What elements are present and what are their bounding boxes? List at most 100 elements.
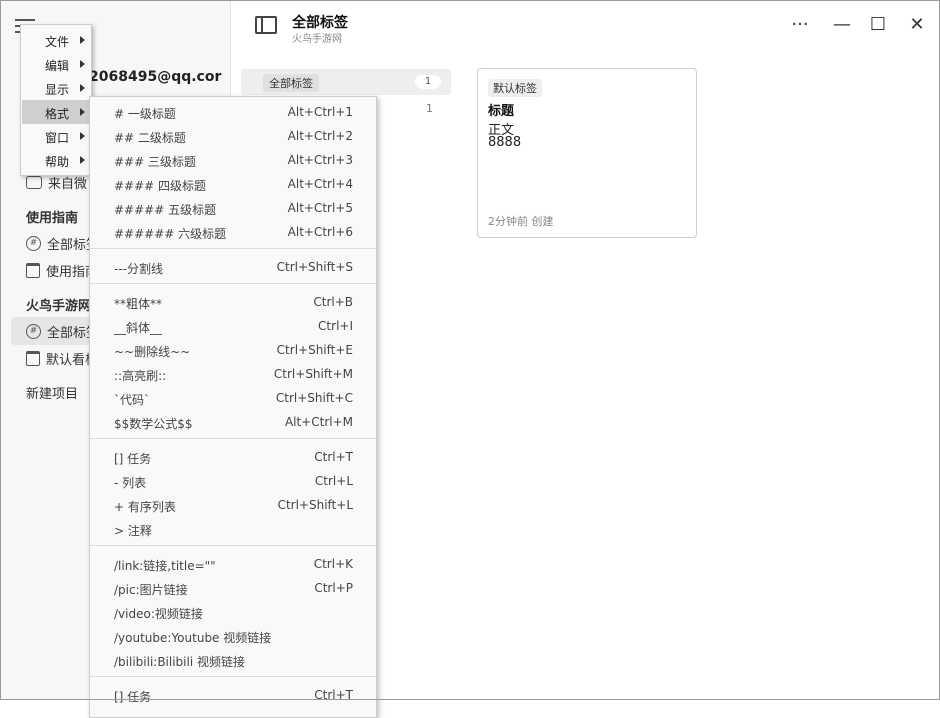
format-item-label: /bilibili:Bilibili 视频链接 [114,655,245,669]
format-item-h4[interactable]: #### 四级标题 Alt+Ctrl+4 [90,172,376,196]
format-item-h3[interactable]: ### 三级标题 Alt+Ctrl+3 [90,148,376,172]
menu-item-label: 窗口 [45,131,70,145]
card-tag: 默认标签 [488,79,542,97]
format-item-bold[interactable]: **粗体** Ctrl+B [90,290,376,314]
format-item-h1[interactable]: # 一级标题 Alt+Ctrl+1 [90,100,376,124]
menu-separator [90,248,376,249]
sidebar-item-guide-usage[interactable]: 使用指南 [26,261,98,280]
format-item-label: [] 任务 [114,452,152,466]
account-email: 2068495@qq.cor [89,69,222,85]
note-card[interactable]: 默认标签 标题 正文 8888 2分钟前 创建 [477,68,697,238]
format-item-ordered-list[interactable]: + 有序列表 Ctrl+Shift+L [90,493,376,517]
format-item-shortcut: Ctrl+Shift+S [276,260,353,274]
sidebar-heading-guide: 使用指南 [26,211,79,226]
menu-separator [90,438,376,439]
format-item-shortcut: Ctrl+Shift+L [277,498,353,512]
format-item-link[interactable]: /link:链接,title="" Ctrl+K [90,552,376,576]
format-item-shortcut: Ctrl+L [314,474,353,488]
format-item-h6[interactable]: ###### 六级标题 Alt+Ctrl+6 [90,220,376,244]
format-item-label: ~~删除线~~ [114,345,191,359]
menu-item-label: 显示 [45,83,70,97]
menu-item-edit[interactable]: 编辑 [22,52,90,76]
format-item-label: __斜体__ [114,321,163,335]
format-item-list[interactable]: - 列表 Ctrl+L [90,469,376,493]
board-icon [26,263,40,278]
format-item-quote[interactable]: > 注释 [90,517,376,541]
format-item-highlight[interactable]: ::高亮刷:: Ctrl+Shift+M [90,362,376,386]
format-item-shortcut: Alt+Ctrl+2 [287,129,353,143]
tag-count: 1 [426,102,433,115]
format-item-label: #### 四级标题 [114,179,207,193]
format-item-shortcut: Ctrl+T [314,450,353,464]
format-item-shortcut: Ctrl+K [313,557,353,571]
format-item-label: ## 二级标题 [114,131,186,145]
card-body-line: 8888 [488,135,522,150]
maximize-icon[interactable]: ☐ [866,14,890,36]
menu-item-file[interactable]: 文件 [22,28,90,52]
format-item-task[interactable]: [] 任务 Ctrl+T [90,445,376,469]
format-item-label: + 有序列表 [114,500,176,514]
format-item-shortcut: Alt+Ctrl+6 [287,225,353,239]
more-icon[interactable]: ··· [788,14,812,36]
submenu-arrow-icon [80,132,85,140]
menu-item-label: 文件 [45,35,70,49]
format-item-shortcut: Ctrl+I [318,319,353,333]
format-submenu: # 一级标题 Alt+Ctrl+1 ## 二级标题 Alt+Ctrl+2 ### 三… [89,96,377,718]
format-item-label: ::高亮刷:: [114,369,167,383]
submenu-arrow-icon [80,60,85,68]
format-item-video[interactable]: /video:视频链接 [90,600,376,624]
tag-count-badge: 1 [415,75,441,89]
format-item-label: ##### 五级标题 [114,203,217,217]
submenu-arrow-icon [80,36,85,44]
toggle-sidebar-icon[interactable] [255,16,277,34]
tag-chip: 全部标签 [263,74,319,92]
page-title: 全部标签 [292,15,348,31]
format-item-label: [] 任务 [114,690,152,704]
chat-icon [26,176,42,189]
format-item-label: ###### 六级标题 [114,227,227,241]
menu-item-view[interactable]: 显示 [22,76,90,100]
hash-icon: # [26,236,41,251]
minimize-icon[interactable]: — [830,14,854,36]
board-icon [26,351,40,366]
format-item-label: `代码` [114,393,151,407]
format-item-divider[interactable]: ---分割线 Ctrl+Shift+S [90,255,376,279]
menu-item-window[interactable]: 窗口 [22,124,90,148]
menu-item-format[interactable]: 格式 [22,100,90,124]
format-item-label: /youtube:Youtube 视频链接 [114,631,272,645]
format-item-italic[interactable]: __斜体__ Ctrl+I [90,314,376,338]
format-item-youtube[interactable]: /youtube:Youtube 视频链接 [90,624,376,648]
menu-item-help[interactable]: 帮助 [22,148,90,172]
format-item-shortcut: Ctrl+Shift+C [275,391,353,405]
format-item-h2[interactable]: ## 二级标题 Alt+Ctrl+2 [90,124,376,148]
format-item-strikethrough[interactable]: ~~删除线~~ Ctrl+Shift+E [90,338,376,362]
format-item-label: # 一级标题 [114,107,176,121]
format-item-shortcut: Ctrl+Shift+E [276,343,353,357]
format-item-label: - 列表 [114,476,147,490]
format-item-label: /pic:图片链接 [114,583,188,597]
format-item-shortcut: Ctrl+B [313,295,353,309]
format-item-shortcut: Alt+Ctrl+1 [287,105,353,119]
close-icon[interactable]: ✕ [905,14,929,36]
format-item-code[interactable]: `代码` Ctrl+Shift+C [90,386,376,410]
format-item-label: /link:链接,title="" [114,559,216,573]
menu-separator [90,545,376,546]
format-item-label: ### 三级标题 [114,155,196,169]
main-menu: 文件 编辑 显示 格式 窗口 帮助 [20,24,92,176]
menu-item-label: 格式 [45,107,70,121]
format-item-task-2[interactable]: [] 任务 Ctrl+T [90,683,376,707]
format-item-picture[interactable]: /pic:图片链接 Ctrl+P [90,576,376,600]
page-subtitle: 火鸟手游网 [292,34,342,45]
menu-separator [90,283,376,284]
submenu-arrow-icon [80,108,85,116]
format-item-math[interactable]: $$数学公式$$ Alt+Ctrl+M [90,410,376,434]
format-item-bilibili[interactable]: /bilibili:Bilibili 视频链接 [90,648,376,672]
sidebar-item-project-default[interactable]: 默认看板 [26,349,98,368]
new-project-button[interactable]: 新建项目 [26,383,78,402]
card-timestamp: 2分钟前 创建 [488,215,554,228]
format-item-label: /video:视频链接 [114,607,203,621]
format-item-h5[interactable]: ##### 五级标题 Alt+Ctrl+5 [90,196,376,220]
format-item-shortcut: Alt+Ctrl+3 [287,153,353,167]
card-title: 标题 [488,104,515,119]
submenu-arrow-icon [80,156,85,164]
